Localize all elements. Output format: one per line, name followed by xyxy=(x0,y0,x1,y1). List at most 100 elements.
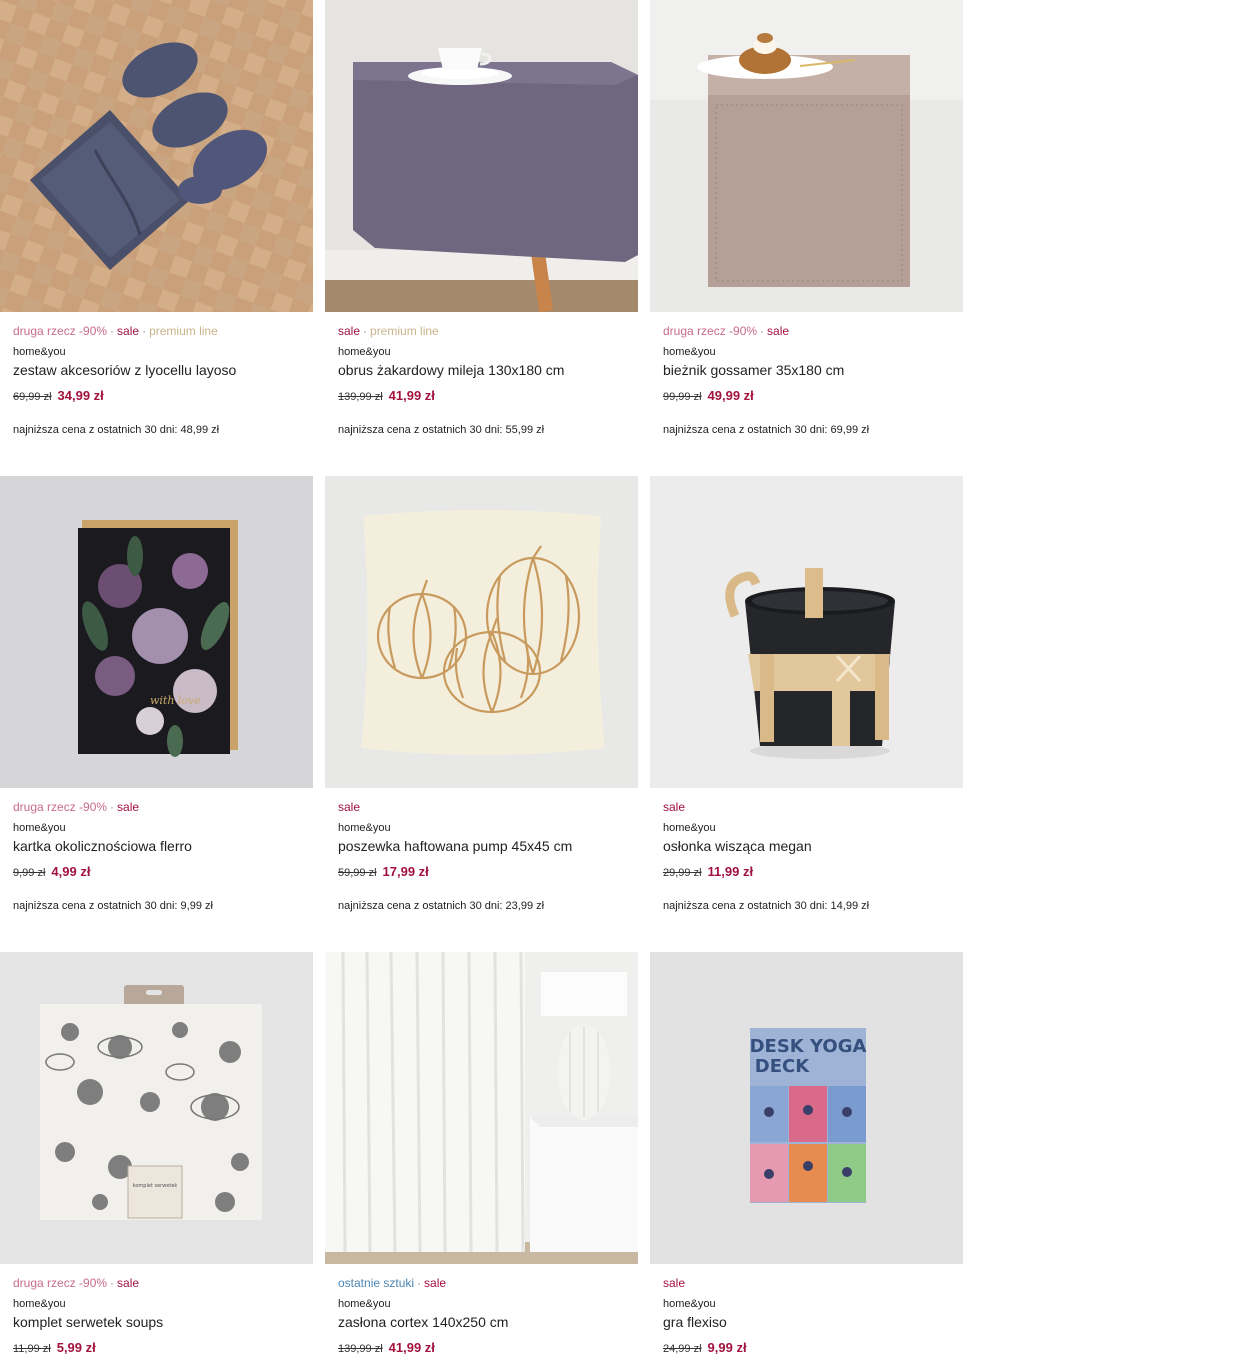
new-price: 4,99 zł xyxy=(51,864,91,879)
product-brand: home&you xyxy=(338,1298,391,1310)
lowest-price-note: najniższa cena z ostatnich 30 dni: 55,99… xyxy=(338,424,545,436)
product-brand: home&you xyxy=(13,1298,66,1310)
pillowcase-image xyxy=(325,476,638,788)
product-prices: 59,99 zł 17,99 zł xyxy=(338,864,634,881)
table-runner-image xyxy=(650,0,963,312)
tag-sale[interactable]: sale xyxy=(424,1276,446,1290)
box-title-line-1: DESK YOGA xyxy=(750,1036,867,1057)
product-image[interactable] xyxy=(650,476,963,788)
product-prices: 139,99 zł 41,99 zł xyxy=(338,1340,634,1354)
product-info: sale home&you poszewka haftowana pump 45… xyxy=(338,800,634,913)
product-tags: sale xyxy=(663,800,959,815)
product-tags: druga rzecz -90% · sale · premium line xyxy=(13,324,218,338)
old-price: 69,99 zł xyxy=(13,391,52,403)
product-prices: 139,99 zł 41,99 zł xyxy=(338,388,634,405)
product-grid: druga rzecz -90% · sale · premium line home&… xyxy=(0,0,963,1354)
tag-promo[interactable]: druga rzecz -90% xyxy=(13,800,107,814)
product-prices: 24,99 zł 9,99 zł xyxy=(663,1340,959,1354)
product-brand: home&you xyxy=(338,346,391,358)
box-title-line-2: DECK xyxy=(755,1056,810,1077)
product-brand: home&you xyxy=(13,346,66,358)
tag-sale[interactable]: sale xyxy=(338,800,360,814)
product-prices: 29,99 zł 11,99 zł xyxy=(663,864,959,881)
product-prices: 99,99 zł 49,99 zł xyxy=(663,388,959,405)
old-price: 99,99 zł xyxy=(663,391,702,403)
curtain-image xyxy=(325,952,638,1264)
product-image[interactable]: with love xyxy=(0,476,313,788)
tag-last-items[interactable]: ostatnie sztuki xyxy=(338,1276,414,1290)
tag-promo[interactable]: druga rzecz -90% xyxy=(13,1276,107,1290)
product-tags: druga rzecz -90% · sale xyxy=(13,800,140,814)
new-price: 41,99 zł xyxy=(388,388,435,403)
product-info: druga rzecz -90% · sale home&you komplet s… xyxy=(13,1276,309,1354)
old-price: 24,99 zł xyxy=(663,1343,702,1354)
new-price: 34,99 zł xyxy=(57,388,104,403)
product-name[interactable]: zestaw akcesoriów z lyocellu layoso xyxy=(13,362,309,379)
lowest-price-note: najniższa cena z ostatnich 30 dni: 9,99 … xyxy=(13,900,213,912)
product-brand: home&you xyxy=(663,346,716,358)
card-script-text: with love xyxy=(150,694,201,707)
tag-sale[interactable]: sale xyxy=(117,324,139,338)
product-info: druga rzecz -90% · sale · premium line home&… xyxy=(13,324,309,437)
product-info: druga rzecz -90% · sale home&you kartka ok… xyxy=(13,800,309,913)
product-name[interactable]: komplet serwetek soups xyxy=(13,1314,309,1331)
tag-promo[interactable]: druga rzecz -90% xyxy=(13,324,107,338)
product-tags: druga rzecz -90% · sale xyxy=(13,1276,140,1290)
product-tags: ostatnie sztuki · sale xyxy=(338,1276,447,1290)
tag-sale[interactable]: sale xyxy=(663,1276,685,1290)
product-info: sale home&you gra flexiso 24,99 zł 9,99 z… xyxy=(663,1276,959,1354)
product-name[interactable]: bieżnik gossamer 35x180 cm xyxy=(663,362,959,379)
product-tags: sale · premium line xyxy=(338,324,439,338)
product-name[interactable]: poszewka haftowana pump 45x45 cm xyxy=(338,838,634,855)
product-brand: home&you xyxy=(13,822,66,834)
tag-sale[interactable]: sale xyxy=(117,800,139,814)
tag-premium-line[interactable]: premium line xyxy=(370,324,439,338)
tag-sale[interactable]: sale xyxy=(117,1276,139,1290)
product-image[interactable]: DESK YOGA DECK xyxy=(650,952,963,1264)
lowest-price-note: najniższa cena z ostatnich 30 dni: 48,99… xyxy=(13,424,220,436)
product-brand: home&you xyxy=(663,822,716,834)
tag-sale[interactable]: sale xyxy=(767,324,789,338)
product-name[interactable]: zasłona cortex 140x250 cm xyxy=(338,1314,634,1331)
lowest-price-note: najniższa cena z ostatnich 30 dni: 69,99… xyxy=(663,424,870,436)
product-image[interactable]: komplet serwetek xyxy=(0,952,313,1264)
product-name[interactable]: gra flexiso xyxy=(663,1314,959,1331)
sleep-set-image xyxy=(0,0,313,312)
old-price: 9,99 zł xyxy=(13,867,46,879)
old-price: 139,99 zł xyxy=(338,391,383,403)
product-prices: 9,99 zł 4,99 zł xyxy=(13,864,309,881)
product-info: ostatnie sztuki · sale home&you zasłona co… xyxy=(338,1276,634,1354)
product-image[interactable] xyxy=(325,476,638,788)
product-image[interactable] xyxy=(325,952,638,1264)
new-price: 11,99 zł xyxy=(707,864,754,879)
tag-promo[interactable]: druga rzecz -90% xyxy=(663,324,757,338)
napkins-image: komplet serwetek xyxy=(0,952,313,1264)
new-price: 17,99 zł xyxy=(382,864,429,879)
new-price: 5,99 zł xyxy=(56,1340,96,1354)
tag-premium-line[interactable]: premium line xyxy=(149,324,218,338)
product-tags: sale xyxy=(663,1276,959,1291)
package-label-text: komplet serwetek xyxy=(133,1183,178,1189)
product-prices: 11,99 zł 5,99 zł xyxy=(13,1340,309,1354)
product-brand: home&you xyxy=(338,822,391,834)
product-tags: druga rzecz -90% · sale xyxy=(663,324,790,338)
tag-sale[interactable]: sale xyxy=(338,324,360,338)
product-image[interactable] xyxy=(0,0,313,312)
product-image[interactable] xyxy=(325,0,638,312)
card-game-image: DESK YOGA DECK xyxy=(650,952,963,1264)
product-info: druga rzecz -90% · sale home&you bieżnik g… xyxy=(663,324,959,437)
new-price: 41,99 zł xyxy=(388,1340,435,1354)
product-name[interactable]: obrus żakardowy mileja 130x180 cm xyxy=(338,362,634,379)
product-name[interactable]: kartka okolicznościowa flerro xyxy=(13,838,309,855)
product-image[interactable] xyxy=(650,0,963,312)
product-name[interactable]: osłonka wisząca megan xyxy=(663,838,959,855)
old-price: 59,99 zł xyxy=(338,867,377,879)
tag-sale[interactable]: sale xyxy=(663,800,685,814)
old-price: 11,99 zł xyxy=(13,1343,51,1354)
tablecloth-image xyxy=(325,0,638,312)
lowest-price-note: najniższa cena z ostatnich 30 dni: 14,99… xyxy=(663,900,870,912)
hanging-pot-image xyxy=(650,476,963,788)
product-info: sale home&you osłonka wisząca megan 29,9… xyxy=(663,800,959,913)
product-tags: sale xyxy=(338,800,634,815)
lowest-price-note: najniższa cena z ostatnich 30 dni: 23,99… xyxy=(338,900,545,912)
